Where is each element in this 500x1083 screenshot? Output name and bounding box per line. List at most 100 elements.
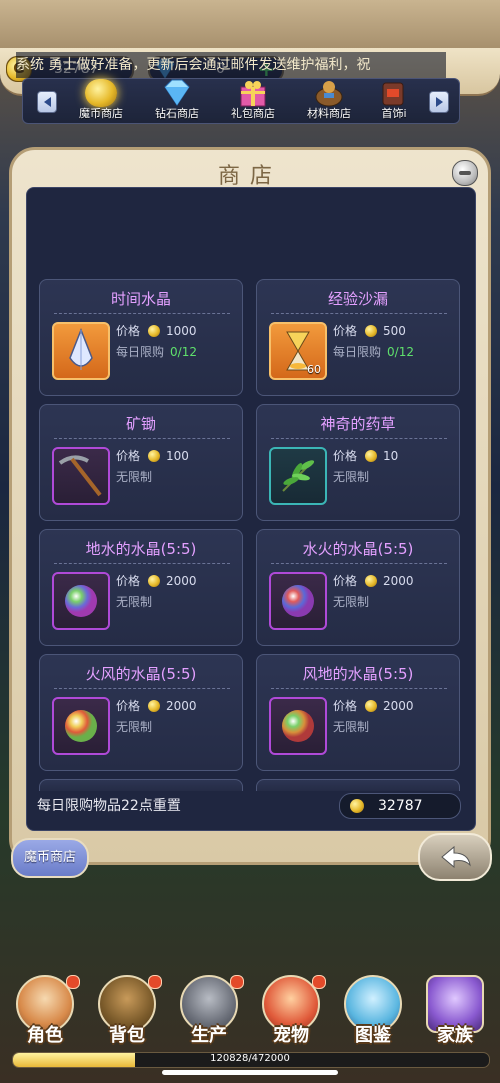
tabs-left-arrow[interactable] (37, 91, 57, 113)
tab-label: 钻石商店 (155, 107, 199, 120)
shop-tabs: 魔币商店 钻石商店 礼包商店 材料商店 首饰i (22, 78, 460, 124)
item-icon-frame: 60 (269, 322, 327, 380)
home-indicator[interactable] (162, 1070, 338, 1075)
item-icon-frame (52, 697, 110, 755)
shop-item-card[interactable]: 地水的水晶(5:5) 价格 2000 无限制 (39, 529, 243, 646)
notification-dot (66, 975, 80, 989)
limit-row: 无限制 (333, 720, 370, 734)
nav-codex[interactable]: 图鉴 (338, 975, 408, 1047)
divider (54, 563, 230, 564)
nav-production[interactable]: 生产 (174, 975, 244, 1047)
item-quantity: 60 (307, 363, 321, 376)
nav-label: 背包 (109, 1025, 145, 1046)
tab-jewelry-shop[interactable]: 首饰i (367, 79, 421, 123)
item-name: 经验沙漏 (327, 290, 388, 308)
earth-water-crystal-icon (65, 585, 97, 617)
item-name: 神奇的药草 (320, 415, 396, 433)
fire-wind-crystal-icon (65, 710, 97, 742)
tab-label: 魔币商店 (79, 107, 123, 120)
price-row: 价格 2000 (116, 574, 197, 588)
nav-pet[interactable]: 宠物 (256, 975, 326, 1047)
shop-item-card[interactable]: 神奇的药草 价格 10 无限制 (256, 404, 460, 521)
coin-icon (365, 575, 378, 587)
experience-text: 120828/472000 (210, 1053, 290, 1064)
material-icon (315, 81, 343, 107)
item-icon-frame (52, 572, 110, 630)
tabs-right-arrow[interactable] (429, 91, 449, 113)
item-name: 地水的水晶(5:5) (85, 540, 197, 558)
shop-item-card[interactable]: 时间水晶 价格 1000 每日限购 0/12 (39, 279, 243, 396)
limit-row: 每日限购 0/12 (333, 345, 414, 359)
coin-icon (148, 575, 161, 587)
price-row: 价格 500 (333, 324, 406, 338)
current-shop-label: 魔币商店 (11, 838, 89, 878)
limit-row: 无限制 (116, 720, 153, 734)
shop-item-card[interactable]: 火风的水晶(5:5) 价格 2000 无限制 (39, 654, 243, 771)
top-banner (0, 0, 500, 52)
nav-label: 生产 (191, 1025, 227, 1046)
limit-row: 无限制 (333, 595, 370, 609)
divider (271, 563, 447, 564)
tab-coin-shop[interactable]: 魔币商店 (63, 79, 139, 123)
back-button[interactable] (418, 833, 492, 881)
tab-label: 礼包商店 (231, 107, 275, 120)
price-row: 价格 2000 (333, 699, 414, 713)
divider (271, 688, 447, 689)
limit-row: 无限制 (116, 470, 153, 484)
limit-row: 无限制 (333, 470, 370, 484)
coin-icon (365, 700, 378, 712)
notification-dot (230, 975, 244, 989)
item-icon-frame (269, 572, 327, 630)
shop-item-card[interactable] (256, 779, 460, 791)
item-name: 矿锄 (125, 415, 156, 433)
item-icon-frame (269, 697, 327, 755)
herb-icon (282, 460, 315, 492)
shop-item-card[interactable] (39, 779, 243, 791)
price-row: 价格 2000 (116, 699, 197, 713)
item-icon-frame (52, 322, 110, 380)
item-icon-frame (52, 447, 110, 505)
tab-diamond-shop[interactable]: 钻石商店 (139, 79, 215, 123)
nav-label: 角色 (27, 1025, 63, 1046)
shop-item-card[interactable]: 经验沙漏 60 价格 500 每日限购 0/12 (256, 279, 460, 396)
notification-dot (312, 975, 326, 989)
divider (54, 313, 230, 314)
item-name: 风地的水晶(5:5) (302, 665, 414, 683)
price-row: 价格 2000 (333, 574, 414, 588)
shop-item-card[interactable]: 水火的水晶(5:5) 价格 2000 无限制 (256, 529, 460, 646)
diamond-icon (164, 79, 190, 106)
coin-icon (85, 79, 117, 107)
pickaxe-icon (58, 455, 102, 497)
nav-character[interactable]: 角色 (10, 975, 80, 1047)
nav-label: 图鉴 (355, 1025, 391, 1046)
shop-item-card[interactable]: 矿锄 价格 100 无限制 (39, 404, 243, 521)
coin-icon (148, 700, 161, 712)
nav-family[interactable]: 家族 (420, 975, 490, 1047)
wind-earth-crystal-icon (282, 710, 314, 742)
coin-icon (148, 450, 161, 462)
tab-gift-shop[interactable]: 礼包商店 (215, 79, 291, 123)
price-row: 价格 1000 (116, 324, 197, 338)
coin-icon (148, 325, 161, 337)
gift-icon (240, 81, 266, 107)
tab-label: 材料商店 (307, 107, 351, 120)
nav-backpack[interactable]: 背包 (92, 975, 162, 1047)
tab-material-shop[interactable]: 材料商店 (291, 79, 367, 123)
divider (54, 688, 230, 689)
time-crystal-icon (69, 327, 93, 370)
limit-row: 每日限购 0/12 (116, 345, 197, 359)
notification-dot (148, 975, 162, 989)
jewelry-icon (382, 82, 404, 106)
item-name: 水火的水晶(5:5) (302, 540, 414, 558)
divider (271, 438, 447, 439)
water-fire-crystal-icon (282, 585, 314, 617)
coin-icon (365, 450, 378, 462)
minimize-button[interactable] (452, 160, 478, 186)
item-icon-frame (269, 447, 327, 505)
nav-label: 宠物 (273, 1025, 309, 1046)
shop-item-card[interactable]: 风地的水晶(5:5) 价格 2000 无限制 (256, 654, 460, 771)
price-row: 价格 100 (116, 449, 189, 463)
divider (54, 438, 230, 439)
item-name: 火风的水晶(5:5) (85, 665, 197, 683)
item-name: 时间水晶 (110, 290, 171, 308)
